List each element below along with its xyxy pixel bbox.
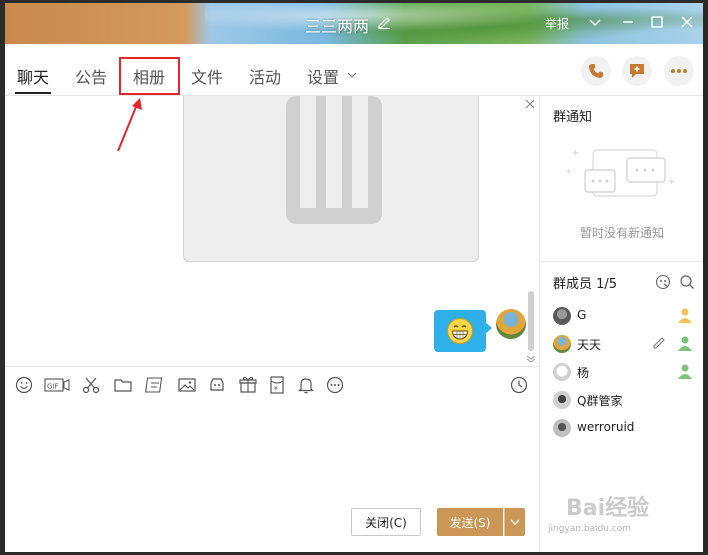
member-item[interactable]: 天天 — [553, 333, 703, 355]
notice-title: 群通知 — [553, 110, 593, 125]
fork-image — [286, 96, 382, 224]
folder-icon[interactable] — [113, 375, 133, 395]
svg-text:+: + — [571, 148, 579, 159]
watermark-text: Bai经验 — [566, 496, 650, 521]
group-title[interactable]: 三三两两 — [305, 13, 369, 37]
watermark-url: jingyan.baidu.com — [548, 524, 632, 534]
emoji-message-bubble[interactable] — [434, 310, 486, 352]
tab-chat[interactable]: 聊天 — [17, 64, 49, 88]
search-member-icon[interactable] — [679, 274, 695, 290]
input-toolbar: GIF ¥ — [5, 366, 539, 402]
chevron-down-icon — [510, 519, 520, 525]
minimize-icon[interactable] — [620, 14, 636, 30]
tab-settings[interactable]: 设置 — [307, 64, 339, 88]
active-tab-indicator — [15, 92, 51, 94]
admin-icon — [678, 308, 692, 323]
more-circle-icon[interactable] — [325, 375, 345, 395]
history-clock-icon[interactable] — [509, 375, 529, 395]
svg-text:+: + — [668, 177, 676, 187]
member-icon — [678, 364, 692, 379]
send-options-button[interactable] — [504, 508, 525, 536]
send-button[interactable]: 发送(S) — [437, 508, 503, 536]
empty-notice-illustration: + + + — [565, 148, 676, 197]
member-item[interactable]: werroruid — [553, 417, 703, 439]
avatar — [553, 307, 571, 325]
bell-icon[interactable] — [296, 375, 316, 395]
more-icon — [671, 69, 687, 73]
avatar — [553, 335, 571, 353]
member-settings-icon[interactable] — [655, 274, 671, 290]
annotation-arrow — [117, 98, 142, 152]
scroll-down-icon[interactable] — [526, 355, 536, 363]
notice-empty-text: 暂时没有新通知 — [580, 226, 665, 240]
report-link[interactable]: 举报 — [545, 15, 569, 32]
scissors-icon[interactable] — [81, 375, 101, 395]
group-app-button[interactable] — [622, 56, 652, 86]
member-item[interactable]: 杨 — [553, 361, 703, 383]
member-name: 天天 — [577, 338, 602, 352]
svg-text:GIF: GIF — [47, 383, 59, 391]
member-item[interactable]: G — [553, 305, 703, 327]
title-bar: 三三两两 举报 — [5, 3, 703, 44]
edit-pencil-icon[interactable] — [652, 336, 666, 350]
avatar — [553, 391, 571, 409]
message-area[interactable] — [5, 96, 539, 366]
settings-chevron-icon[interactable] — [347, 71, 357, 79]
shared-image-card[interactable] — [183, 96, 479, 262]
red-packet-icon[interactable]: ¥ — [267, 375, 287, 395]
image-icon[interactable] — [177, 375, 197, 395]
add-chat-icon — [630, 64, 644, 78]
dropdown-icon[interactable] — [587, 14, 603, 30]
chat-scrollbar[interactable] — [528, 291, 534, 351]
shake-icon[interactable] — [207, 375, 227, 395]
emoji-icon[interactable] — [14, 375, 34, 395]
phone-icon — [589, 64, 603, 78]
maximize-icon[interactable] — [649, 14, 665, 30]
member-item[interactable]: Q群管家 — [553, 389, 703, 411]
svg-text:¥: ¥ — [274, 386, 278, 393]
tab-files[interactable]: 文件 — [191, 64, 223, 88]
member-name: G — [577, 308, 587, 322]
gift-icon[interactable] — [238, 375, 258, 395]
more-options-button[interactable] — [664, 56, 694, 86]
voice-call-button[interactable] — [581, 56, 611, 86]
svg-text:+: + — [565, 167, 572, 176]
admin-icon — [678, 336, 692, 351]
member-name: 杨 — [577, 366, 590, 380]
avatar — [553, 419, 571, 437]
member-name: werroruid — [577, 420, 635, 434]
baidu-watermark: Bai经验 jingyan.baidu.com — [540, 470, 700, 545]
my-avatar[interactable] — [496, 309, 526, 339]
album-highlight-box — [119, 57, 180, 95]
grinning-face-icon — [447, 318, 473, 344]
edit-name-icon[interactable] — [377, 15, 391, 29]
avatar — [553, 363, 571, 381]
tab-announcement[interactable]: 公告 — [75, 64, 107, 88]
member-name: Q群管家 — [577, 394, 623, 408]
close-pane-icon[interactable] — [525, 99, 535, 109]
gif-icon[interactable]: GIF — [44, 375, 70, 395]
close-button[interactable]: 关闭(C) — [351, 508, 421, 536]
screenshot-edit-icon[interactable] — [145, 375, 165, 395]
close-window-icon[interactable] — [679, 14, 695, 30]
tab-activity[interactable]: 活动 — [249, 64, 281, 88]
tab-bar: 聊天 公告 相册 文件 活动 设置 — [5, 44, 703, 96]
members-title: 群成员 1/5 — [553, 277, 618, 292]
